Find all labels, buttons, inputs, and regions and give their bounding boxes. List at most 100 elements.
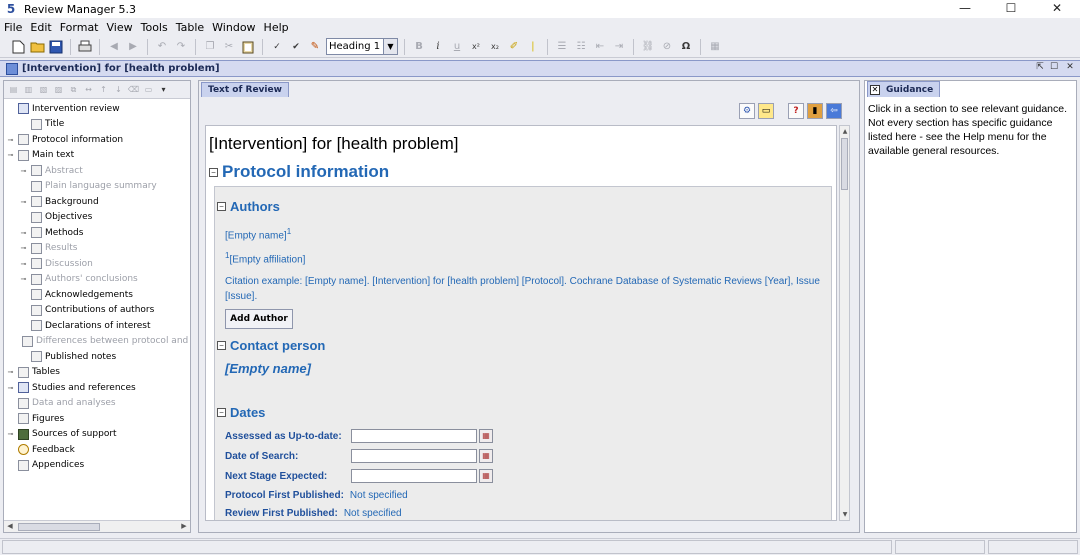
tree-expander-icon[interactable]: ⊸ [6,151,15,159]
tree-expander-icon[interactable]: ⊸ [19,275,28,283]
tree-item[interactable]: Feedback [4,442,190,458]
paste-icon[interactable] [240,39,256,55]
copy-icon[interactable]: ❐ [202,39,218,55]
highlight-icon[interactable]: ✎ [307,39,323,55]
add-author-button[interactable]: Add Author [225,309,293,329]
back-arrow-icon[interactable]: ◀ [106,39,122,55]
spellcheck-icon[interactable]: ✓ [269,39,285,55]
tree-expander-icon[interactable]: ⊸ [19,260,28,268]
tree-item[interactable]: ⊸ Background [4,194,190,210]
print-icon[interactable] [77,39,93,55]
collapse-authors-icon[interactable]: − [217,202,226,211]
italic-icon[interactable]: i [430,39,446,55]
outdent-icon[interactable]: ⇤ [592,39,608,55]
bulleted-list-icon[interactable]: ☰ [554,39,570,55]
tree-add-child-icon[interactable]: ▥ [22,83,35,96]
scroll-thumb[interactable] [841,138,848,190]
tree-item[interactable]: ⊸ Methods [4,225,190,241]
open-folder-icon[interactable] [29,39,45,55]
tree-view-icon[interactable]: ▭ [142,83,155,96]
tree-expander-icon[interactable]: ⊸ [6,368,15,376]
assessed-up-to-date-input[interactable] [351,429,477,443]
save-icon[interactable] [48,39,64,55]
tree-item[interactable]: Published notes [4,349,190,365]
tree-properties-icon[interactable]: ▧ [37,83,50,96]
affiliation-entry[interactable]: 1[Empty affiliation] [225,251,305,265]
tree-item[interactable]: ⊸ Abstract [4,163,190,179]
tree-item[interactable]: ⊸ Sources of support [4,427,190,443]
close-guidance-icon[interactable]: ✕ [870,84,880,95]
scroll-left-icon[interactable]: ◀ [4,521,16,532]
collapse-contact-icon[interactable]: − [217,341,226,350]
undo-icon[interactable]: ↶ [154,39,170,55]
menu-table[interactable]: Table [172,21,208,34]
review-title-heading[interactable]: [Intervention] for [health problem] [209,134,458,154]
tree-expander-icon[interactable]: ⊸ [19,229,28,237]
tree-note-icon[interactable]: ▨ [52,83,65,96]
tree-item[interactable]: ⊸ Results [4,241,190,257]
tree-expander-icon[interactable]: ⊸ [19,244,28,252]
menu-format[interactable]: Format [56,21,103,34]
tab-guidance[interactable]: ✕ Guidance [867,81,941,97]
forward-arrow-icon[interactable]: ▶ [125,39,141,55]
unlink-icon[interactable]: ⊘ [659,39,675,55]
tree-expander-icon[interactable]: ⊸ [6,384,15,392]
tree-item[interactable]: Declarations of interest [4,318,190,334]
menu-edit[interactable]: Edit [26,21,55,34]
link-review-icon[interactable]: ⚙ [739,103,755,119]
author-entry[interactable]: [Empty name]1 [225,227,291,241]
tree-move-down-icon[interactable]: ↓ [112,83,125,96]
indent-icon[interactable]: ⇥ [611,39,627,55]
scroll-thumb[interactable] [18,523,100,531]
spellcheck-all-icon[interactable]: ✔ [288,39,304,55]
special-character-icon[interactable]: Ω [678,39,694,55]
help-icon[interactable]: ? [788,103,804,119]
tree-item[interactable]: ⊸ Main text [4,148,190,164]
note-icon[interactable]: ▭ [758,103,774,119]
maximize-button[interactable]: ☐ [988,0,1034,18]
tree-link-icon[interactable]: ⧉ [67,83,80,96]
tree-item[interactable]: Data and analyses [4,396,190,412]
close-document-icon[interactable]: ✕ [1064,62,1076,74]
date-of-search-input[interactable] [351,449,477,463]
tree-item[interactable]: Objectives [4,210,190,226]
menu-file[interactable]: File [0,21,26,34]
tree-item[interactable]: ⊸ Protocol information [4,132,190,148]
tree-expander-icon[interactable]: ⊸ [6,136,15,144]
tree-expand-icon[interactable]: ↔ [82,83,95,96]
menu-window[interactable]: Window [208,21,259,34]
tree-item[interactable]: Contributions of authors [4,303,190,319]
bold-icon[interactable]: B [411,39,427,55]
scroll-right-icon[interactable]: ▶ [178,521,190,532]
calendar-icon[interactable]: ▦ [479,449,493,463]
menu-help[interactable]: Help [260,21,293,34]
calendar-icon[interactable]: ▦ [479,469,493,483]
tree-item[interactable]: ⊸ Studies and references [4,380,190,396]
menu-view[interactable]: View [103,21,137,34]
scroll-down-icon[interactable]: ▼ [840,509,850,520]
superscript-icon[interactable]: x² [468,39,484,55]
review-text-editor[interactable]: [Intervention] for [health problem] − Pr… [205,125,837,521]
table-icon[interactable]: ▦ [707,39,723,55]
tree-item[interactable]: Differences between protocol and review [4,334,190,350]
tree-item[interactable]: Appendices [4,458,190,474]
calendar-icon[interactable]: ▦ [479,429,493,443]
tree-item[interactable]: ⊸ Tables [4,365,190,381]
next-stage-expected-input[interactable] [351,469,477,483]
tree-item[interactable]: Intervention review [4,101,190,117]
subscript-icon[interactable]: x₂ [487,39,503,55]
outline-horizontal-scrollbar[interactable]: ◀ ▶ [4,520,190,532]
restore-document-icon[interactable]: ⇱ [1034,62,1046,74]
handbook-icon[interactable]: ▮ [807,103,823,119]
editor-vertical-scrollbar[interactable]: ▲ ▼ [839,125,850,521]
tab-text-of-review[interactable]: Text of Review [201,82,289,97]
marker-icon[interactable]: ✐ [506,39,522,55]
pin-icon[interactable]: ❘ [525,39,541,55]
affiliation-text[interactable]: [Empty affiliation] [229,254,305,265]
tree-delete-icon[interactable]: ⌫ [127,83,140,96]
tree-item[interactable]: ⊸ Authors' conclusions [4,272,190,288]
tree-item[interactable]: Figures [4,411,190,427]
tree-expander-icon[interactable]: ⊸ [19,167,28,175]
collapse-protocol-icon[interactable]: − [209,167,218,177]
minimize-button[interactable]: — [942,0,988,18]
